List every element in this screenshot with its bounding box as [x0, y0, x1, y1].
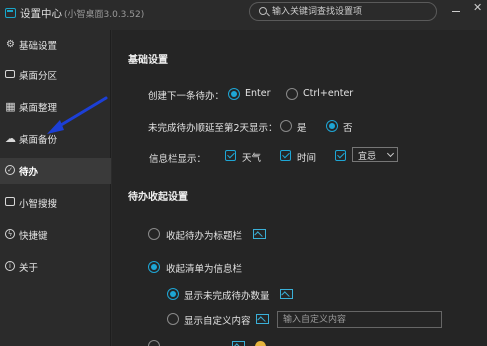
sidebar-item-todo[interactable]: ✓ 待办 — [0, 158, 111, 184]
preview-image-icon[interactable] — [256, 314, 269, 324]
sidebar-item-partition[interactable]: 桌面分区 — [0, 62, 111, 88]
radio-collapse-titlebar-label: 收起待办为标题栏 — [166, 231, 243, 242]
gear-icon: ⚙ — [6, 39, 15, 50]
app-logo-icon — [5, 8, 16, 18]
lightning-icon: ϟ — [5, 229, 15, 239]
radio-enter-label: Enter — [245, 88, 271, 99]
sidebar-item-label: 快捷键 — [19, 231, 48, 242]
radio-collapse-infobar-label: 收起清单为信息栏 — [166, 264, 243, 275]
sidebar-item-organize[interactable]: ▦ 桌面整理 — [0, 94, 111, 120]
sidebar-item-about[interactable]: i 关于 — [0, 254, 111, 280]
radio-ctrl-enter-label: Ctrl+enter — [303, 88, 354, 99]
create-next-label: 创建下一条待办： — [148, 91, 225, 102]
sidebar-item-search[interactable]: 小智搜搜 — [0, 190, 111, 216]
yiji-select[interactable]: 宜忌 — [352, 147, 398, 162]
radio-no[interactable] — [326, 120, 338, 132]
close-icon[interactable]: ✕ — [473, 2, 482, 14]
carry-over-label: 未完成待办顺延至第2天显示： — [148, 123, 278, 134]
title-bar: 设置中心 (小智桌面3.0.3.52) ✕ — [0, 0, 487, 30]
grid-icon: ▦ — [5, 100, 16, 113]
sidebar-item-basic[interactable]: ⚙ 基础设置 — [0, 32, 111, 58]
emoji-icon — [255, 341, 266, 346]
checkbox-weather-label: 天气 — [242, 153, 262, 164]
preview-image-icon[interactable] — [280, 289, 293, 299]
monitor-icon — [5, 70, 15, 78]
preview-image-icon[interactable] — [232, 341, 245, 346]
sidebar-item-label: 桌面分区 — [19, 71, 58, 82]
sidebar-item-hotkey[interactable]: ϟ 快捷键 — [0, 222, 111, 248]
search-box-icon — [5, 197, 15, 206]
window-title: 设置中心 — [20, 8, 62, 20]
radio-show-custom-label: 显示自定义内容 — [184, 316, 251, 327]
sidebar-item-backup[interactable]: ☁ 桌面备份 — [0, 126, 111, 152]
settings-panel: 基础设置 创建下一条待办： Enter Ctrl+enter 未完成待办顺延至第… — [112, 30, 487, 346]
radio-yes-label: 是 — [297, 123, 307, 134]
cloud-icon: ☁ — [5, 132, 16, 145]
radio-ctrl-enter[interactable] — [286, 88, 298, 100]
sidebar-item-label: 桌面整理 — [19, 103, 58, 114]
preview-image-icon[interactable] — [253, 229, 266, 239]
chevron-down-icon — [386, 149, 395, 158]
sidebar-item-label: 桌面备份 — [19, 135, 58, 146]
sidebar-item-label: 小智搜搜 — [19, 199, 58, 210]
radio-partial[interactable] — [148, 340, 160, 346]
sidebar-item-label: 关于 — [19, 263, 39, 274]
checkbox-yiji[interactable] — [335, 150, 346, 161]
radio-show-custom[interactable] — [167, 313, 179, 325]
radio-show-count[interactable] — [167, 288, 179, 300]
radio-collapse-infobar[interactable] — [148, 261, 160, 273]
section-title-collapse: 待办收起设置 — [128, 192, 188, 203]
check-circle-icon: ✓ — [5, 165, 15, 175]
checkbox-time-label: 时间 — [297, 153, 317, 164]
section-title-basic: 基础设置 — [128, 55, 168, 66]
radio-collapse-titlebar[interactable] — [148, 228, 160, 240]
sidebar-item-label: 待办 — [19, 167, 39, 178]
checkbox-weather[interactable] — [225, 150, 236, 161]
checkbox-time[interactable] — [280, 150, 291, 161]
radio-show-count-label: 显示未完成待办数量 — [184, 291, 270, 302]
radio-no-label: 否 — [343, 123, 353, 134]
infobar-label: 信息栏显示： — [149, 154, 207, 165]
sidebar: ⚙ 基础设置 桌面分区 ▦ 桌面整理 ☁ 桌面备份 ✓ 待办 小智搜搜 ϟ 快捷… — [0, 30, 111, 346]
search-box[interactable] — [249, 2, 437, 21]
radio-enter[interactable] — [228, 88, 240, 100]
app-version: (小智桌面3.0.3.52) — [64, 10, 145, 20]
sidebar-item-label: 基础设置 — [19, 41, 58, 52]
custom-content-input[interactable] — [277, 311, 442, 328]
yiji-select-value: 宜忌 — [358, 152, 377, 162]
info-icon: i — [5, 261, 15, 271]
minimize-icon[interactable] — [452, 4, 460, 12]
search-input[interactable] — [272, 4, 432, 19]
radio-yes[interactable] — [280, 120, 292, 132]
search-icon — [259, 7, 267, 15]
